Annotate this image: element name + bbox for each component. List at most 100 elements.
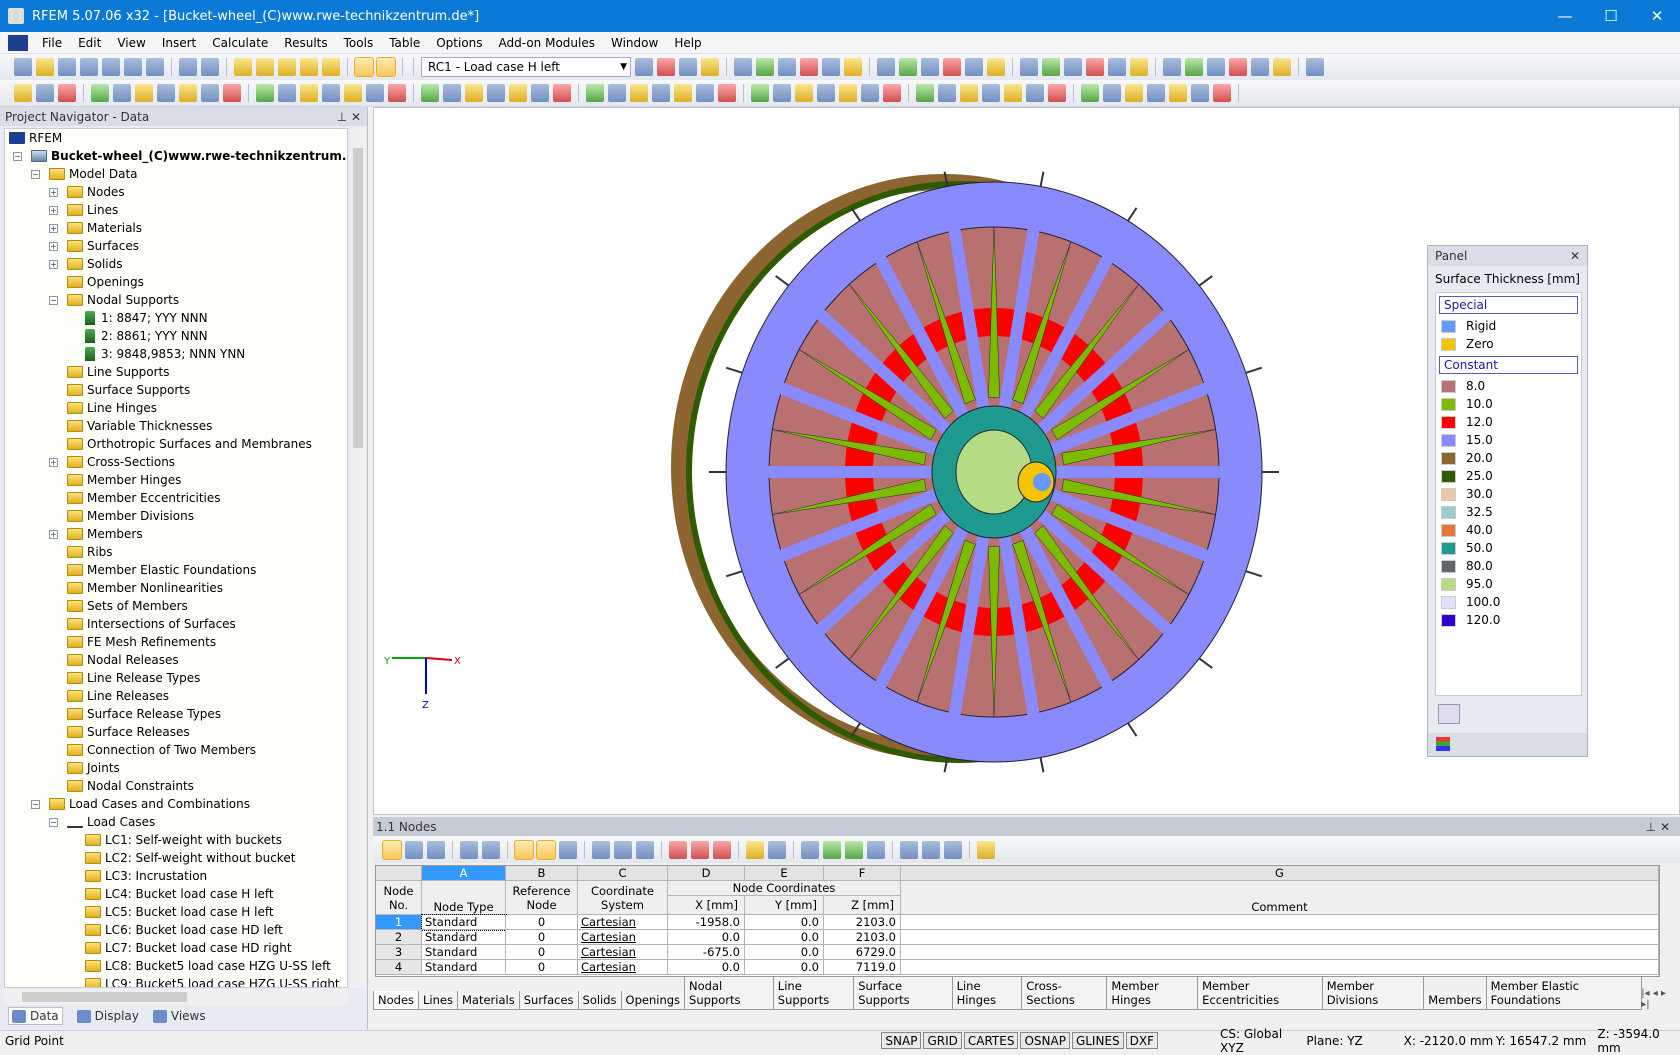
toolbar-button-icon[interactable]: [157, 84, 175, 102]
cell-x[interactable]: 0.0: [668, 960, 745, 975]
cell-x[interactable]: 0.0: [668, 930, 745, 945]
toolbar-button-icon[interactable]: [366, 84, 384, 102]
tree-item[interactable]: Cross-Sections: [67, 453, 175, 471]
table-toolbar-button-icon[interactable]: [691, 840, 709, 859]
tree-item[interactable]: LC6: Bucket load case HD left: [85, 921, 283, 939]
tree-item[interactable]: Line Release Types: [67, 669, 200, 687]
tree-item[interactable]: Surface Release Types: [67, 705, 221, 723]
navigator-tab-views[interactable]: Views: [152, 1009, 206, 1023]
cell-coordinate-system[interactable]: Cartesian: [578, 915, 668, 930]
collapse-icon[interactable]: −: [49, 818, 58, 827]
table-toolbar-button-icon[interactable]: [867, 840, 885, 859]
toolbar-button-icon[interactable]: [376, 57, 396, 77]
tree-item[interactable]: Members: [67, 525, 143, 543]
tree-item[interactable]: Openings: [67, 273, 144, 291]
table-vertical-scrollbar[interactable]: [1662, 865, 1678, 977]
toolbar-button-icon[interactable]: [58, 58, 76, 76]
toolbar-button-icon[interactable]: [179, 84, 197, 102]
toolbar-button-icon[interactable]: [113, 84, 131, 102]
collapse-icon[interactable]: −: [31, 170, 40, 179]
table-tab-line-supports[interactable]: Line Supports: [772, 977, 855, 1010]
cell-y[interactable]: 0.0: [745, 915, 824, 930]
expand-icon[interactable]: +: [49, 242, 58, 251]
toolbar-button-icon[interactable]: [1191, 84, 1209, 102]
expand-icon[interactable]: +: [49, 260, 58, 269]
cell-y[interactable]: 0.0: [745, 930, 824, 945]
tree-item[interactable]: Model Data: [49, 165, 138, 183]
table-tab-lines[interactable]: Lines: [418, 991, 458, 1010]
tree-item[interactable]: Surface Supports: [67, 381, 190, 399]
table-toolbar-button-icon[interactable]: [669, 840, 687, 859]
toolbar-button-icon[interactable]: [14, 58, 32, 76]
tree-vertical-scrollbar[interactable]: [350, 128, 366, 988]
toolbar-button-icon[interactable]: [1163, 58, 1181, 76]
toolbar-button-icon[interactable]: [465, 84, 483, 102]
row-number[interactable]: 4: [376, 960, 422, 975]
column-letter-g[interactable]: G: [901, 866, 1659, 881]
toolbar-button-icon[interactable]: [553, 84, 571, 102]
color-scale-icon[interactable]: [1436, 737, 1450, 751]
tree-item[interactable]: Surface Releases: [67, 723, 190, 741]
toolbar-button-icon[interactable]: [300, 84, 318, 102]
toolbar-button-icon[interactable]: [179, 58, 197, 76]
toolbar-button-icon[interactable]: [1125, 84, 1143, 102]
toolbar-button-icon[interactable]: [531, 84, 549, 102]
row-number[interactable]: 3: [376, 945, 422, 960]
navigator-tab-data[interactable]: Data: [8, 1007, 63, 1025]
toggle-cartes[interactable]: CARTES: [963, 1032, 1019, 1049]
tree-item[interactable]: Orthotropic Surfaces and Membranes: [67, 435, 312, 453]
cell-coordinate-system[interactable]: Cartesian: [578, 945, 668, 960]
tree-item[interactable]: 3: 9848,9853; NNN YNN: [85, 345, 245, 363]
tree-item[interactable]: Variable Thicknesses: [67, 417, 212, 435]
scroll-thumb[interactable]: [22, 992, 187, 1002]
toolbar-button-icon[interactable]: [36, 84, 54, 102]
tree-item[interactable]: Nodal Releases: [67, 651, 179, 669]
column-letter-f[interactable]: F: [824, 866, 901, 881]
tree-item[interactable]: Connection of Two Members: [67, 741, 256, 759]
toolbar-button-icon[interactable]: [135, 84, 153, 102]
tree-item[interactable]: Member Elastic Foundations: [67, 561, 256, 579]
table-pin-close-icons[interactable]: ⊥ ✕: [1646, 820, 1670, 834]
table-tab-surfaces[interactable]: Surfaces: [518, 991, 579, 1010]
toolbar-button-icon[interactable]: [674, 84, 692, 102]
table-tab-nodal-supports[interactable]: Nodal Supports: [684, 977, 774, 1010]
toolbar-button-icon[interactable]: [756, 58, 774, 76]
cell-node-type[interactable]: Standard: [422, 945, 506, 960]
toolbar-button-icon[interactable]: [1042, 58, 1060, 76]
toolbar-button-icon[interactable]: [982, 84, 1000, 102]
toolbar-button-icon[interactable]: [1048, 84, 1066, 102]
menu-tools[interactable]: Tools: [336, 36, 382, 50]
table-toolbar-button-icon[interactable]: [845, 840, 863, 859]
column-letter-b[interactable]: B: [506, 866, 578, 881]
toolbar-button-icon[interactable]: [1103, 84, 1121, 102]
tree-item[interactable]: Nodes: [67, 183, 125, 201]
toolbar-button-icon[interactable]: [701, 58, 719, 76]
cell-reference-node[interactable]: 0: [506, 945, 578, 960]
cell-comment[interactable]: [901, 930, 1659, 945]
toolbar-button-icon[interactable]: [800, 58, 818, 76]
minimize-button[interactable]: —: [1542, 0, 1588, 32]
toolbar-button-icon[interactable]: [1169, 84, 1187, 102]
tree-item[interactable]: Line Supports: [67, 363, 170, 381]
table-tab-solids[interactable]: Solids: [577, 991, 622, 1010]
toolbar-button-icon[interactable]: [877, 58, 895, 76]
scroll-thumb[interactable]: [353, 148, 363, 448]
tree-item[interactable]: Bucket-wheel_(C)www.rwe-technikzentrum.d…: [31, 147, 347, 165]
cell-reference-node[interactable]: 0: [506, 930, 578, 945]
tree-item[interactable]: Sets of Members: [67, 597, 188, 615]
toolbar-button-icon[interactable]: [1207, 58, 1225, 76]
tree-item[interactable]: LC2: Self-weight without bucket: [85, 849, 295, 867]
toolbar-button-icon[interactable]: [1086, 58, 1104, 76]
chevron-down-icon[interactable]: ▼: [620, 62, 630, 72]
toolbar-button-icon[interactable]: [734, 58, 752, 76]
toolbar-button-icon[interactable]: [487, 84, 505, 102]
table-toolbar-button-icon[interactable]: [900, 840, 918, 859]
collapse-icon[interactable]: −: [31, 800, 40, 809]
toolbar-button-icon[interactable]: [1147, 84, 1165, 102]
toolbar-button-icon[interactable]: [1251, 58, 1269, 76]
cell-z[interactable]: 7119.0: [824, 960, 901, 975]
tree-item[interactable]: Load Cases and Combinations: [49, 795, 250, 813]
menu-table[interactable]: Table: [381, 36, 428, 50]
table-tab-line-hinges[interactable]: Line Hinges: [951, 977, 1023, 1010]
toolbar-button-icon[interactable]: [773, 84, 791, 102]
